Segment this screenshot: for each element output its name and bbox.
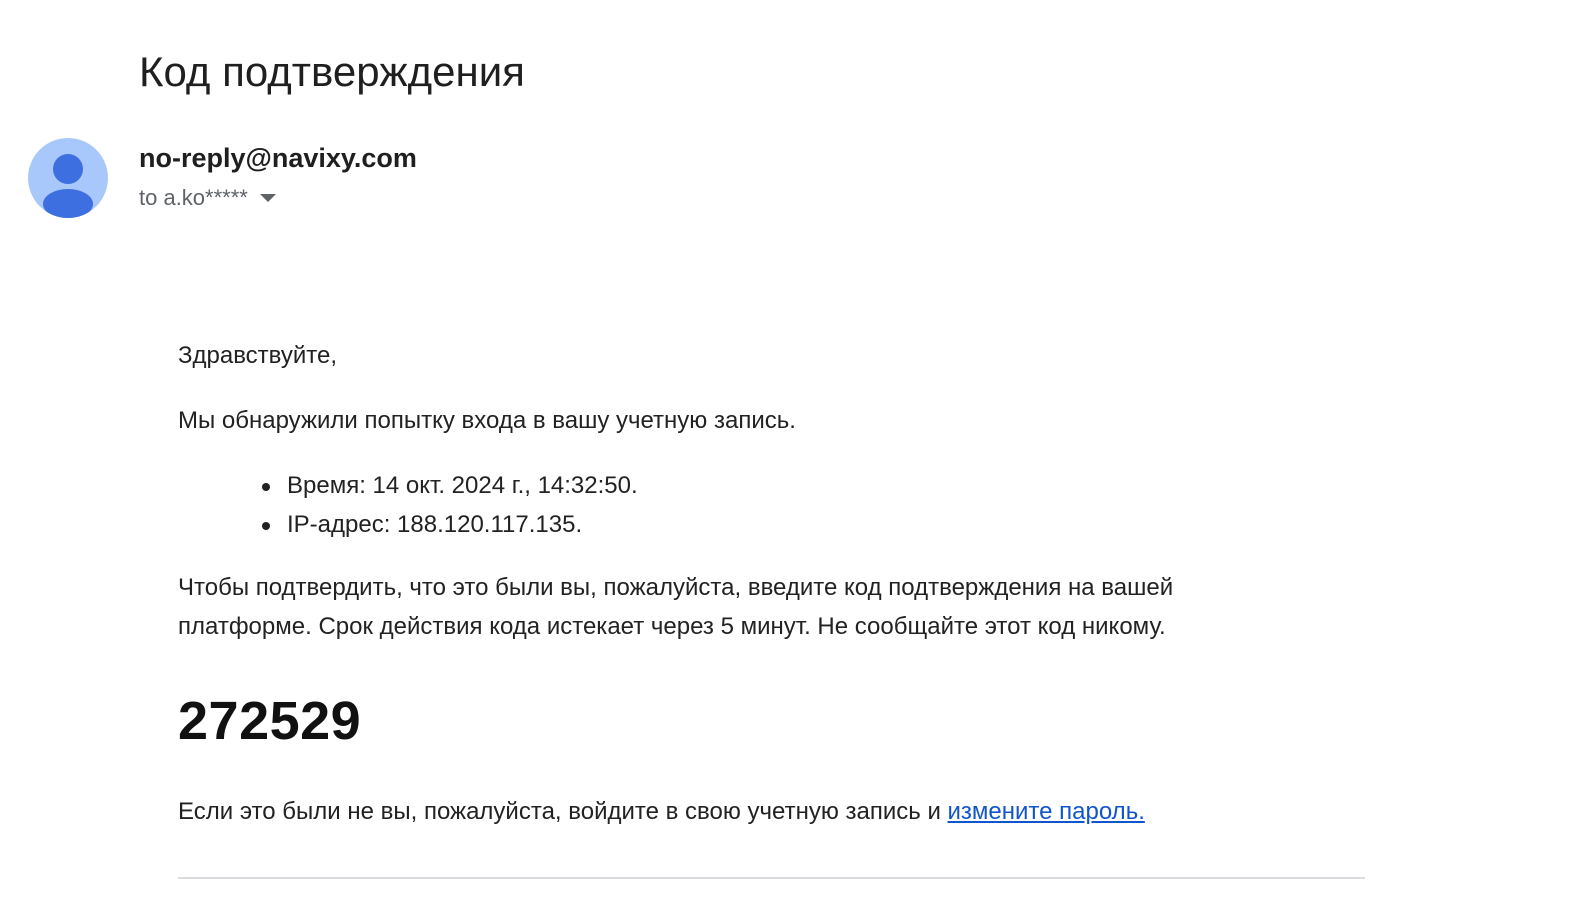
recipient-line[interactable]: to a.ko***** bbox=[139, 183, 276, 213]
list-item: Время: 14 окт. 2024 г., 14:32:50. bbox=[262, 466, 638, 505]
login-details-list: Время: 14 окт. 2024 г., 14:32:50. IP-адр… bbox=[262, 466, 638, 544]
greeting-text: Здравствуйте, bbox=[178, 342, 338, 369]
footer-text-label: Если это были не вы, пожалуйста, войдите… bbox=[178, 798, 948, 825]
instructions-text: Чтобы подтвердить, что это были вы, пожа… bbox=[178, 574, 1174, 640]
sender-address[interactable]: no-reply@navixy.com bbox=[139, 140, 417, 176]
intro-text: Мы обнаружили попытку входа в вашу учетн… bbox=[178, 407, 796, 434]
list-item: IP-адрес: 188.120.117.135. bbox=[262, 505, 638, 544]
verification-code: 272529 bbox=[178, 691, 362, 751]
change-password-link[interactable]: измените пароль. bbox=[948, 798, 1145, 825]
sender-avatar[interactable] bbox=[28, 138, 108, 218]
email-subject: Код подтверждения bbox=[139, 48, 525, 95]
recipient-text: to a.ko***** bbox=[139, 185, 248, 210]
caret-down-icon[interactable] bbox=[259, 194, 276, 202]
person-avatar-icon bbox=[43, 154, 93, 218]
divider bbox=[178, 877, 1365, 879]
footer-text: Если это были не вы, пожалуйста, войдите… bbox=[178, 792, 1145, 831]
